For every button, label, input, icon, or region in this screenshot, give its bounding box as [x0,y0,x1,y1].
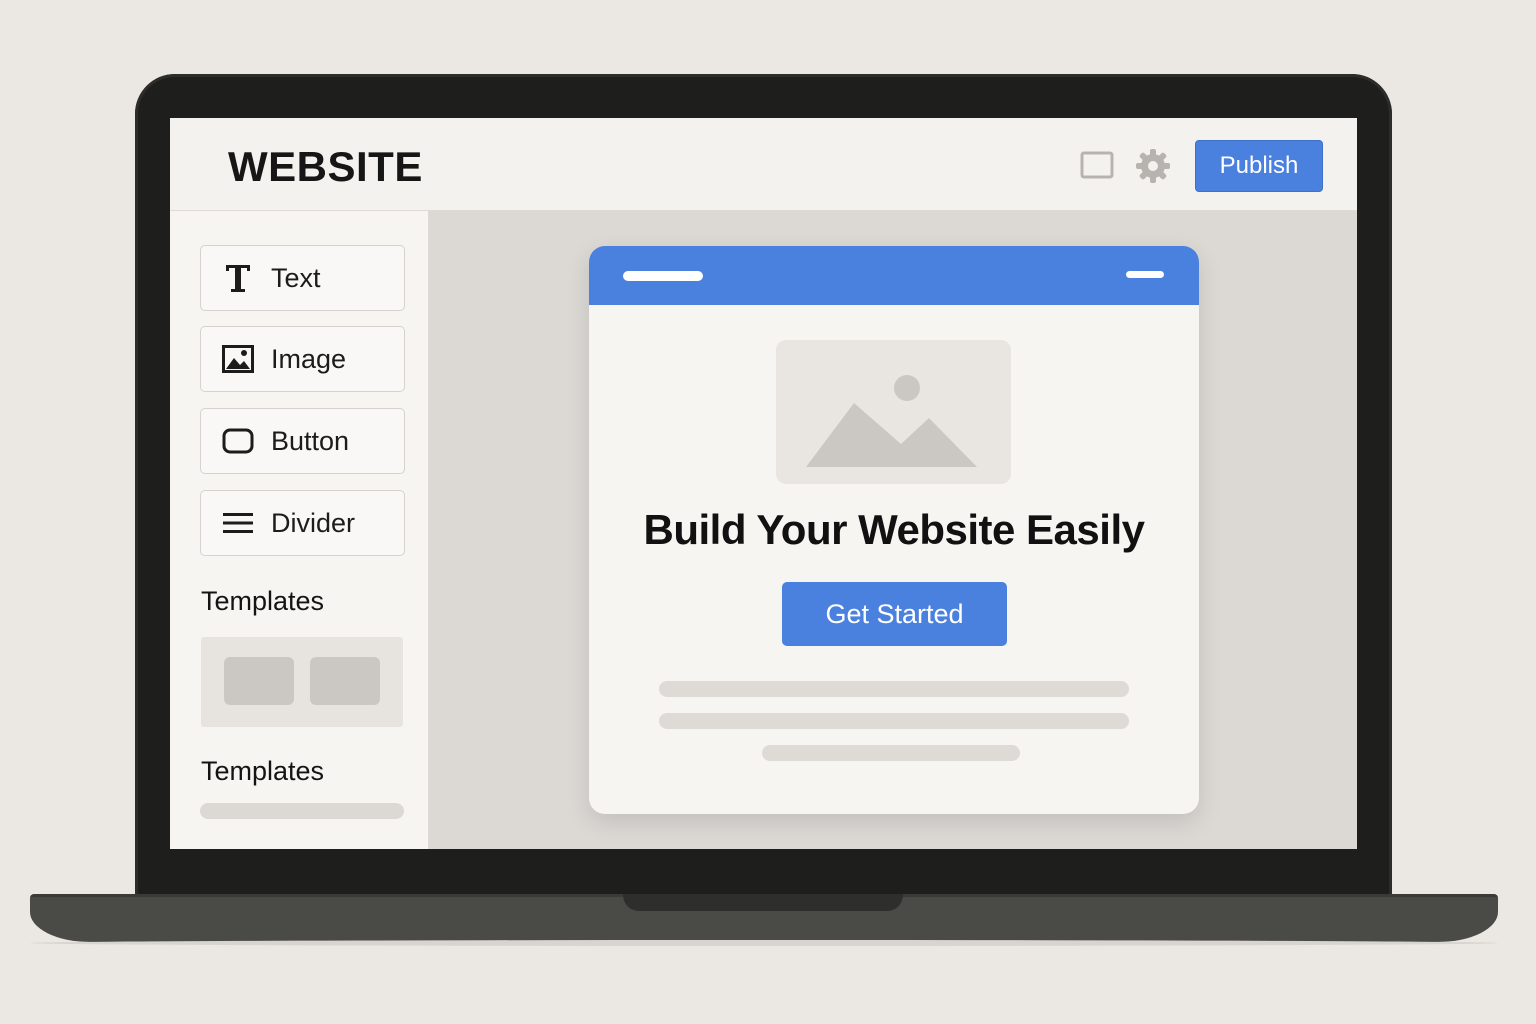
brand-logo: WEBSITE [228,143,423,190]
divider-icon [221,506,255,540]
text-placeholder-line [659,681,1129,697]
text-placeholder-line [659,713,1129,729]
template-thumb[interactable] [310,657,380,705]
image-placeholder-icon [806,375,977,467]
device-preview-icon[interactable] [1080,150,1114,180]
gear-icon[interactable] [1135,148,1171,184]
builder-screen: WEBSITE Publish Text Image Button Divide… [170,118,1357,849]
top-bar: WEBSITE Publish [170,118,1357,211]
preview-header [589,246,1199,305]
tool-image[interactable]: Image [200,326,405,392]
get-started-button[interactable]: Get Started [782,582,1007,646]
laptop-notch [623,894,903,911]
tool-text-label: Text [271,262,321,293]
header-line [623,271,703,281]
text-icon [221,261,255,295]
tool-divider-label: Divider [271,507,356,538]
templates-heading: Templates [201,586,325,616]
publish-button[interactable]: Publish [1195,140,1323,192]
preview-card: Build Your Website Easily Get Started [589,246,1199,814]
tool-text[interactable]: Text [200,245,405,311]
template-thumb[interactable] [224,657,294,705]
menu-line [1126,271,1164,278]
template-preview[interactable] [201,637,403,727]
tool-button[interactable]: Button [200,408,405,474]
tool-image-label: Image [271,343,347,374]
image-icon [221,342,255,376]
sidebar: Text Image Button Divider Templates Temp… [170,211,429,849]
tool-button-label: Button [271,425,350,456]
floor-shadow [30,940,1498,946]
text-placeholder-line [762,745,1020,761]
templates-heading-2: Templates [201,756,325,786]
hero-headline[interactable]: Build Your Website Easily [589,506,1199,554]
tool-divider[interactable]: Divider [200,490,405,556]
template-placeholder-bar [200,803,404,819]
image-placeholder[interactable] [776,340,1011,484]
button-icon [221,424,255,458]
